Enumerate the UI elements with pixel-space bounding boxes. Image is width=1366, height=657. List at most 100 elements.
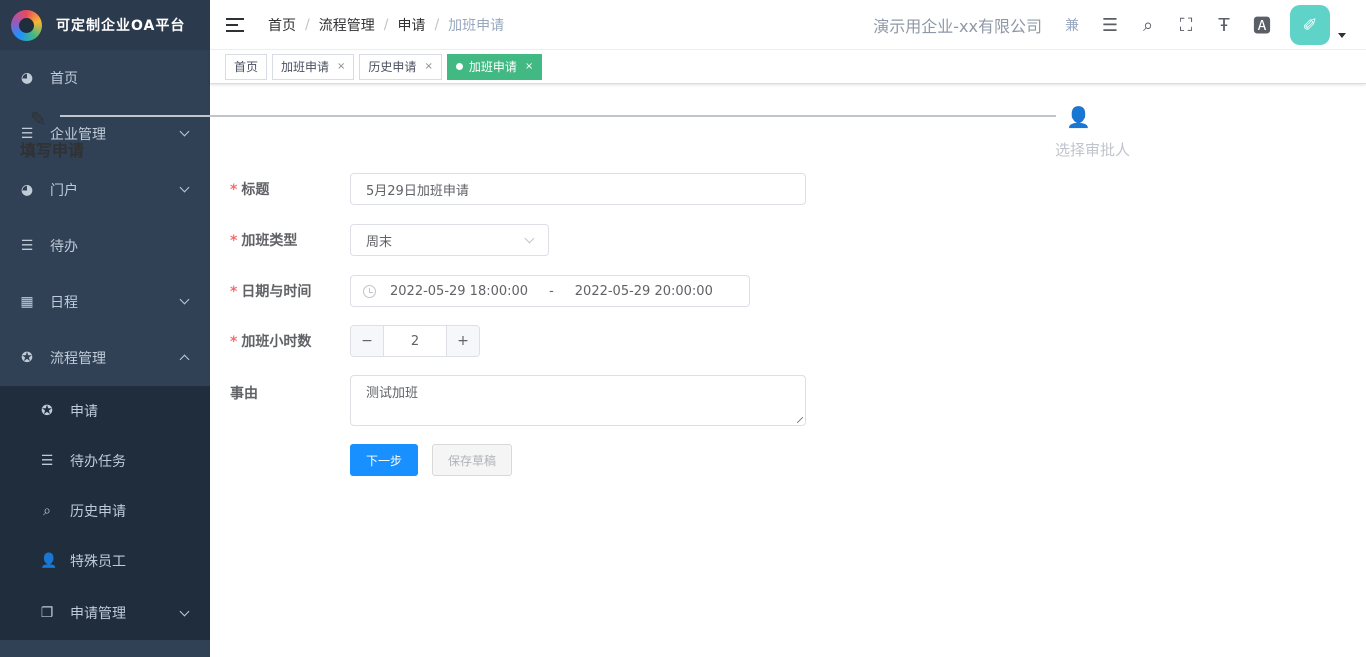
app-title: 可定制企业OA平台 <box>56 18 186 34</box>
sidebar-item-home[interactable]: ◕ 首页 <box>0 50 210 106</box>
field-label: 事由 <box>230 386 258 402</box>
save-draft-button[interactable]: 保存草稿 <box>432 444 512 476</box>
sidebar-subitem-apply[interactable]: ✪ 申请 <box>0 386 210 436</box>
sidebar-item-portal[interactable]: ◕ 门户 <box>0 162 210 218</box>
edit-icon: ✎ <box>30 107 47 131</box>
breadcrumb-item[interactable]: 流程管理 <box>319 15 375 35</box>
close-icon[interactable]: × <box>424 61 432 72</box>
field-label: * 日期与时间 <box>230 284 312 300</box>
increase-button[interactable]: + <box>447 326 479 356</box>
company-name: 演示用企业-xx有限公司 <box>873 17 1042 36</box>
overtime-type-select[interactable]: 周末 <box>350 224 549 256</box>
datetime-range-picker[interactable]: 2022-05-29 18:00:00 - 2022-05-29 20:00:0… <box>350 275 750 307</box>
step-title-approver: 选择审批人 <box>1055 141 1131 159</box>
step-line <box>60 115 1056 117</box>
sidebar-subitem-apply-manage[interactable]: ❐ 申请管理 <box>0 586 210 640</box>
sidebar-item-todo[interactable]: ☰ 待办 <box>0 218 210 274</box>
menu-toggle-icon[interactable] <box>226 17 244 32</box>
sidebar-item-workflow[interactable]: ✪ 流程管理 <box>0 330 210 386</box>
tag-home[interactable]: 首页 <box>225 53 268 80</box>
breadcrumb-item[interactable]: 申请 <box>397 15 425 35</box>
close-icon[interactable]: × <box>525 61 533 72</box>
sidebar-item-label: 申请管理 <box>70 606 126 622</box>
form-row-datetime: * 日期与时间 2022-05-29 18:00:00 - 2022-05-29 … <box>230 275 750 307</box>
active-dot-icon <box>455 63 463 70</box>
dashboard-icon: ◕ <box>20 70 34 86</box>
form-row-reason: 事由 测试加班 <box>230 375 806 426</box>
chevron-down-icon <box>179 606 190 617</box>
select-value: 周末 <box>366 234 393 250</box>
sidebar-item-schedule[interactable]: ▦ 日程 <box>0 274 210 330</box>
form-row-title: * 标题 5月29日加班申请 <box>230 173 806 205</box>
nav-right: 演示用企业-xx有限公司 兼 ☰ ⌕ ⛶ Ŧ 🅰 ✐ <box>873 0 1366 50</box>
next-step-button[interactable]: 下一步 <box>350 444 418 476</box>
chevron-down-icon <box>179 294 190 305</box>
sidebar-item-label: 待办 <box>50 239 78 255</box>
sidebar-subitem-special-staff[interactable]: 👤 特殊员工 <box>0 536 210 586</box>
sidebar: 可定制企业OA平台 ◕ 首页 ☰ 企业管理 ◕ 门户 ☰ 待办 ▦ 日程 ✪ 流… <box>0 0 210 657</box>
field-label: * 加班小时数 <box>230 334 312 350</box>
sidebar-subitem-tasks[interactable]: ☰ 待办任务 <box>0 436 210 486</box>
grid-icon: ▦ <box>20 294 34 310</box>
list-icon: ☰ <box>20 238 34 254</box>
dashboard-icon: ◕ <box>20 182 34 198</box>
tag-history[interactable]: 历史申请 × <box>359 53 442 80</box>
tag-overtime-active[interactable]: 加班申请 × <box>446 53 543 80</box>
clock-icon <box>363 284 376 298</box>
fullscreen-icon[interactable]: ⛶ <box>1176 15 1196 36</box>
search-icon[interactable]: ⌕ <box>1138 15 1158 36</box>
hours-stepper: − 2 + <box>350 325 480 357</box>
sidebar-item-label: 流程管理 <box>50 351 106 367</box>
close-icon[interactable]: × <box>337 61 345 72</box>
breadcrumb-item[interactable]: 首页 <box>268 15 296 35</box>
breadcrumb-current: 加班申请 <box>448 17 505 34</box>
sidebar-item-label: 特殊员工 <box>70 554 126 570</box>
field-label: * 加班类型 <box>230 233 298 249</box>
workflow-icon: ✪ <box>41 403 53 419</box>
tag-overtime[interactable]: 加班申请 × <box>272 53 355 80</box>
sidebar-item-label: 首页 <box>50 71 78 87</box>
workflow-icon: ✪ <box>21 350 33 366</box>
user-icon: 👤 <box>40 553 58 569</box>
sidebar-item-label: 门户 <box>50 183 78 199</box>
caret-down-icon[interactable] <box>1338 32 1346 38</box>
sidebar-item-label: 申请 <box>70 404 98 420</box>
title-input[interactable]: 5月29日加班申请 <box>350 173 806 205</box>
logo-icon <box>11 9 42 41</box>
navbar: 首页 / 流程管理 / 申请 / 加班申请 演示用企业-xx有限公司 兼 ☰ ⌕… <box>210 0 1366 50</box>
range-start[interactable]: 2022-05-29 18:00:00 <box>390 284 528 299</box>
sidebar-item-label: 历史申请 <box>70 504 126 520</box>
chevron-down-icon <box>524 233 535 243</box>
tag-label: 历史申请 <box>368 60 417 74</box>
tag-label: 加班申请 <box>468 60 517 74</box>
workflow-submenu: ✪ 申请 ☰ 待办任务 ⌕ 历史申请 👤 特殊员工 ❐ 申请管理 <box>0 386 210 640</box>
range-end[interactable]: 2022-05-29 20:00:00 <box>575 284 713 299</box>
chevron-up-icon <box>179 354 190 365</box>
range-separator: - <box>549 283 554 299</box>
field-label: * 标题 <box>230 182 270 198</box>
sidebar-subitem-history[interactable]: ⌕ 历史申请 <box>0 486 210 536</box>
breadcrumb: 首页 / 流程管理 / 申请 / 加班申请 <box>268 15 505 35</box>
tags-view: 首页 加班申请 × 历史申请 × 加班申请 × <box>210 50 1366 84</box>
form-row-type: * 加班类型 周末 <box>230 224 549 256</box>
tag-label: 加班申请 <box>281 60 330 74</box>
search-icon: ⌕ <box>43 503 51 519</box>
sidebar-item-label: 日程 <box>50 295 78 311</box>
reason-textarea[interactable]: 测试加班 <box>350 375 806 426</box>
logo[interactable]: 可定制企业OA平台 <box>0 0 210 50</box>
decrease-button[interactable]: − <box>351 326 383 356</box>
translate-icon[interactable]: 🅰 <box>1252 12 1272 38</box>
form-row-hours: * 加班小时数 − 2 + <box>230 325 480 357</box>
chevron-down-icon <box>179 182 190 193</box>
role-label[interactable]: 兼 <box>1062 15 1082 35</box>
steps: ✎ 👤 填写申请 选择审批人 <box>20 103 1156 163</box>
user-icon: 👤 <box>1066 105 1091 129</box>
document-icon: ❐ <box>40 605 54 621</box>
avatar[interactable]: ✐ <box>1290 5 1330 45</box>
sidebar-item-label: 待办任务 <box>70 454 126 470</box>
list-icon[interactable]: ☰ <box>1100 15 1120 36</box>
step-title-fill: 填写申请 <box>20 141 85 160</box>
tag-label: 首页 <box>234 60 259 74</box>
font-size-icon[interactable]: Ŧ <box>1214 15 1234 36</box>
hours-input[interactable]: 2 <box>383 326 447 356</box>
